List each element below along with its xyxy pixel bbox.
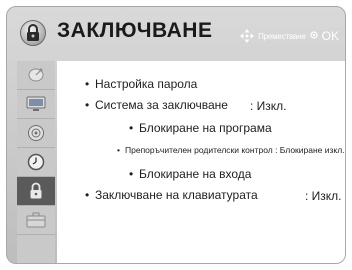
- hint-ok-label: OK: [321, 29, 339, 43]
- bullet: •: [129, 121, 134, 135]
- lock-settings-panel: • Настройка парола • Система за заключване…: [57, 61, 345, 263]
- key-lock-value: : Изкл.: [305, 189, 342, 203]
- navigation-hint: Преместване OK: [240, 29, 339, 43]
- speaker-icon: [28, 125, 44, 141]
- tv-screen-icon: [26, 96, 46, 111]
- bullet: •: [129, 167, 134, 181]
- sidebar-item-options[interactable]: [17, 206, 55, 235]
- menu-item-input-block[interactable]: • Блокиране на входа: [129, 167, 251, 181]
- menu-window: ЗАКЛЮЧВАНЕ Преместване OK • Настройка па…: [6, 6, 346, 264]
- sidebar-item-lock[interactable]: [17, 177, 55, 206]
- toolbox-icon: [26, 212, 46, 228]
- bullet: •: [85, 98, 90, 112]
- menu-item-block-program[interactable]: • Блокиране на програма: [129, 121, 272, 135]
- bullet: •: [85, 188, 90, 202]
- bullet: •: [85, 77, 90, 91]
- menu-item-label: Блокиране на програма: [139, 121, 272, 135]
- padlock-icon: [20, 20, 46, 46]
- sidebar-item-picture[interactable]: [17, 90, 55, 119]
- satellite-dish-icon: [28, 68, 44, 82]
- hint-move-label: Преместване: [258, 31, 306, 41]
- navigation-arrows-icon: [240, 29, 255, 43]
- clock-icon: [27, 153, 45, 171]
- lock-system-value: : Изкл.: [250, 99, 287, 113]
- sidebar-item-channels[interactable]: [17, 61, 55, 90]
- page-title: ЗАКЛЮЧВАНЕ: [57, 19, 213, 42]
- sidebar-item-time[interactable]: [17, 148, 55, 177]
- menu-item-key-lock[interactable]: • Заключване на клавиатурата: [85, 188, 258, 202]
- sidebar-item-audio[interactable]: [17, 119, 55, 148]
- menu-item-label: Препоръчителен родителски контрол : Блок…: [125, 145, 345, 155]
- menu-item-label: Блокиране на входа: [139, 167, 252, 181]
- padlock-icon: [30, 182, 42, 199]
- menu-header: ЗАКЛЮЧВАНЕ Преместване OK: [7, 7, 345, 59]
- menu-item-label: Заключване на клавиатурата: [95, 188, 258, 202]
- menu-item-lock-system[interactable]: • Система за заключване: [85, 98, 228, 112]
- bullet: •: [117, 145, 120, 155]
- category-sidebar: [17, 61, 55, 263]
- menu-item-label: Настройка парола: [95, 77, 198, 91]
- menu-item-parental-guidance[interactable]: • Препоръчителен родителски контрол : Бло…: [117, 145, 345, 155]
- ok-button-icon: [310, 30, 318, 42]
- menu-item-set-password[interactable]: • Настройка парола: [85, 77, 197, 91]
- menu-item-label: Система за заключване: [95, 98, 228, 112]
